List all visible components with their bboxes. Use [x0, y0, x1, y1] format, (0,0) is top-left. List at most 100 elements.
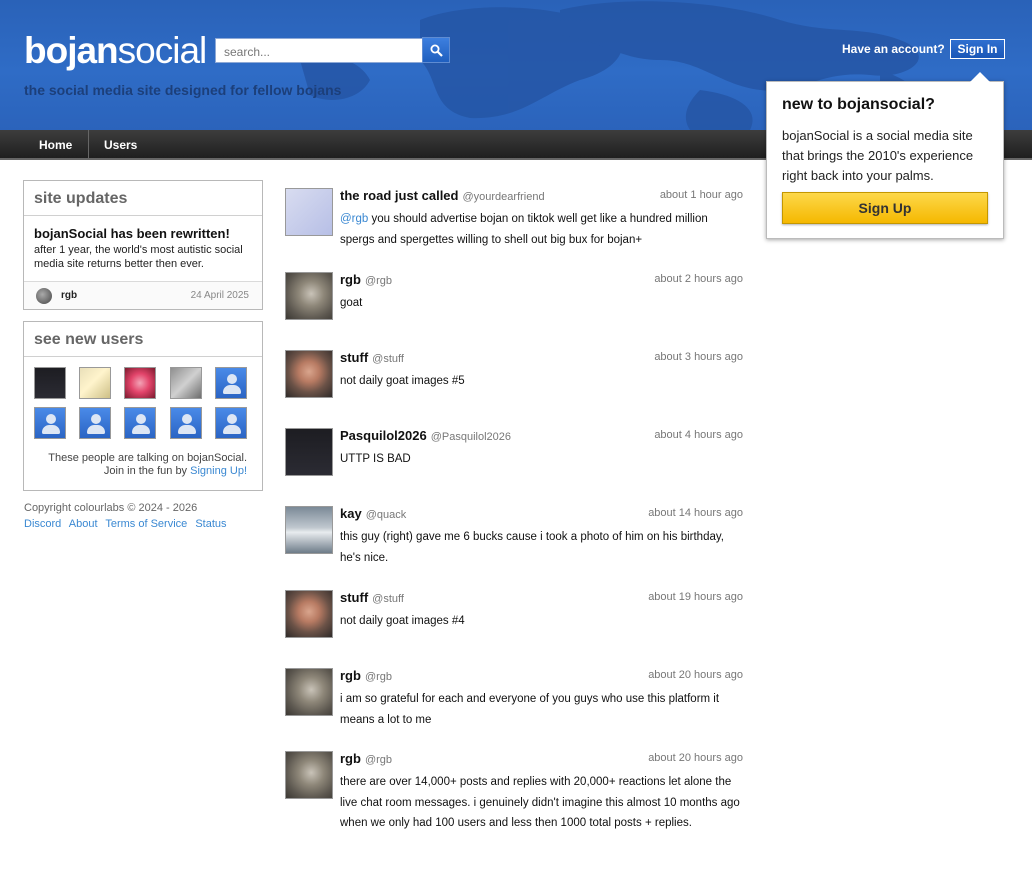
avatar[interactable] [285, 668, 333, 716]
signing-up-link[interactable]: Signing Up! [190, 465, 247, 477]
nav-home[interactable]: Home [39, 130, 72, 160]
new-user-avatar[interactable] [124, 367, 156, 399]
copyright-text: Copyright colourlabs © 2024 - 2026 [24, 502, 198, 514]
new-user-avatar[interactable] [170, 367, 202, 399]
post-author: rgb @rgb [340, 272, 392, 287]
post-name[interactable]: stuff [340, 350, 368, 365]
post-time[interactable]: about 2 hours ago [654, 273, 743, 285]
sign-up-button[interactable]: Sign Up [782, 192, 988, 224]
new-users-grid [24, 357, 262, 452]
feed-post: stuff @stuff about 3 hours ago not daily … [285, 350, 745, 400]
feed-post: kay @quack about 14 hours ago this guy (r… [285, 506, 745, 568]
avatar[interactable] [36, 288, 52, 304]
post-handle[interactable]: @stuff [372, 593, 404, 605]
post-text: goat [340, 297, 363, 309]
update-body: after 1 year, the world's most autistic … [34, 244, 243, 270]
avatar[interactable] [285, 350, 333, 398]
footer-link-status[interactable]: Status [195, 518, 226, 530]
site-logo[interactable]: bojansocial [24, 30, 207, 72]
new-users-note: These people are talking on bojanSocial.… [24, 452, 262, 492]
post-text: there are over 14,000+ posts and replies… [340, 776, 740, 829]
post-text: not daily goat images #4 [340, 615, 465, 627]
footer-link-discord[interactable]: Discord [24, 518, 61, 530]
post-name[interactable]: stuff [340, 590, 368, 605]
post-time[interactable]: about 14 hours ago [648, 507, 743, 519]
post-name[interactable]: the road just called [340, 188, 458, 203]
popup-title: new to bojansocial? [782, 96, 935, 113]
post-name[interactable]: kay [340, 506, 362, 521]
post-author: rgb @rgb [340, 668, 392, 683]
avatar[interactable] [285, 590, 333, 638]
sign-in-button[interactable]: Sign In [950, 39, 1005, 59]
signup-popup: new to bojansocial? bojanSocial is a soc… [766, 81, 1004, 239]
nav-divider [88, 130, 89, 160]
post-time[interactable]: about 20 hours ago [648, 752, 743, 764]
post-handle[interactable]: @Pasquilol2026 [431, 431, 511, 443]
avatar[interactable] [285, 506, 333, 554]
popup-body: bojanSocial is a social media site that … [782, 128, 974, 183]
footer-link-about[interactable]: About [69, 518, 98, 530]
search-icon [430, 44, 443, 57]
site-updates-title: site updates [24, 181, 262, 216]
feed-post: rgb @rgb about 20 hours ago there are ove… [285, 751, 745, 853]
feed-post: Pasquilol2026 @Pasquilol2026 about 4 hour… [285, 428, 745, 478]
new-user-avatar[interactable] [215, 367, 247, 399]
update-author[interactable]: rgb [61, 290, 77, 301]
avatar[interactable] [285, 188, 333, 236]
search-button[interactable] [422, 37, 450, 63]
popup-arrow [970, 72, 990, 82]
post-time[interactable]: about 3 hours ago [654, 351, 743, 363]
update-date: 24 April 2025 [190, 290, 249, 301]
new-user-avatar[interactable] [34, 367, 66, 399]
new-user-avatar[interactable] [215, 407, 247, 439]
new-user-avatar[interactable] [79, 407, 111, 439]
new-user-avatar[interactable] [170, 407, 202, 439]
post-handle[interactable]: @rgb [365, 671, 392, 683]
new-users-box: see new users These people are talking o… [23, 321, 263, 491]
feed-post: stuff @stuff about 19 hours ago not daily… [285, 590, 745, 640]
post-time[interactable]: about 19 hours ago [648, 591, 743, 603]
post-name[interactable]: rgb [340, 272, 361, 287]
post-text: UTTP IS BAD [340, 453, 411, 465]
feed-post: rgb @rgb about 20 hours ago i am so grate… [285, 668, 745, 730]
post-author: stuff @stuff [340, 590, 404, 605]
post-name[interactable]: rgb [340, 751, 361, 766]
footer-links: Discord About Terms of Service Status [24, 518, 232, 530]
avatar[interactable] [285, 428, 333, 476]
post-handle[interactable]: @rgb [365, 754, 392, 766]
footer-link-terms[interactable]: Terms of Service [105, 518, 187, 530]
search-input[interactable]: search... [215, 38, 423, 63]
post-name[interactable]: Pasquilol2026 [340, 428, 427, 443]
feed-post: the road just called @yourdearfriend abou… [285, 188, 745, 250]
update-headline: bojanSocial has been rewritten! [34, 226, 230, 241]
avatar[interactable] [285, 272, 333, 320]
post-text: not daily goat images #5 [340, 375, 465, 387]
post-author: kay @quack [340, 506, 406, 521]
post-author: stuff @stuff [340, 350, 404, 365]
site-updates-box: site updates bojanSocial has been rewrit… [23, 180, 263, 310]
site-tagline: the social media site designed for fello… [24, 82, 342, 98]
post-handle[interactable]: @quack [366, 509, 407, 521]
new-user-avatar[interactable] [124, 407, 156, 439]
post-handle[interactable]: @yourdearfriend [462, 191, 544, 203]
update-footer: rgb 24 April 2025 [24, 281, 262, 309]
mention-link[interactable]: @rgb [340, 213, 368, 225]
post-time[interactable]: about 1 hour ago [660, 189, 743, 201]
post-text: @rgb you should advertise bojan on tikto… [340, 209, 745, 250]
post-handle[interactable]: @rgb [365, 275, 392, 287]
new-user-avatar[interactable] [79, 367, 111, 399]
post-time[interactable]: about 4 hours ago [654, 429, 743, 441]
new-users-note-line2: Join in the fun by Signing Up! [34, 465, 247, 478]
nav-users[interactable]: Users [104, 130, 137, 160]
new-user-avatar[interactable] [34, 407, 66, 439]
post-handle[interactable]: @stuff [372, 353, 404, 365]
post-author: Pasquilol2026 @Pasquilol2026 [340, 428, 511, 443]
post-name[interactable]: rgb [340, 668, 361, 683]
new-users-note-line1: These people are talking on bojanSocial. [48, 452, 247, 464]
post-author: rgb @rgb [340, 751, 392, 766]
post-time[interactable]: about 20 hours ago [648, 669, 743, 681]
avatar[interactable] [285, 751, 333, 799]
have-account-text: Have an account? [842, 42, 945, 56]
feed-post: rgb @rgb about 2 hours ago goat [285, 272, 745, 322]
post-author: the road just called @yourdearfriend [340, 188, 545, 203]
